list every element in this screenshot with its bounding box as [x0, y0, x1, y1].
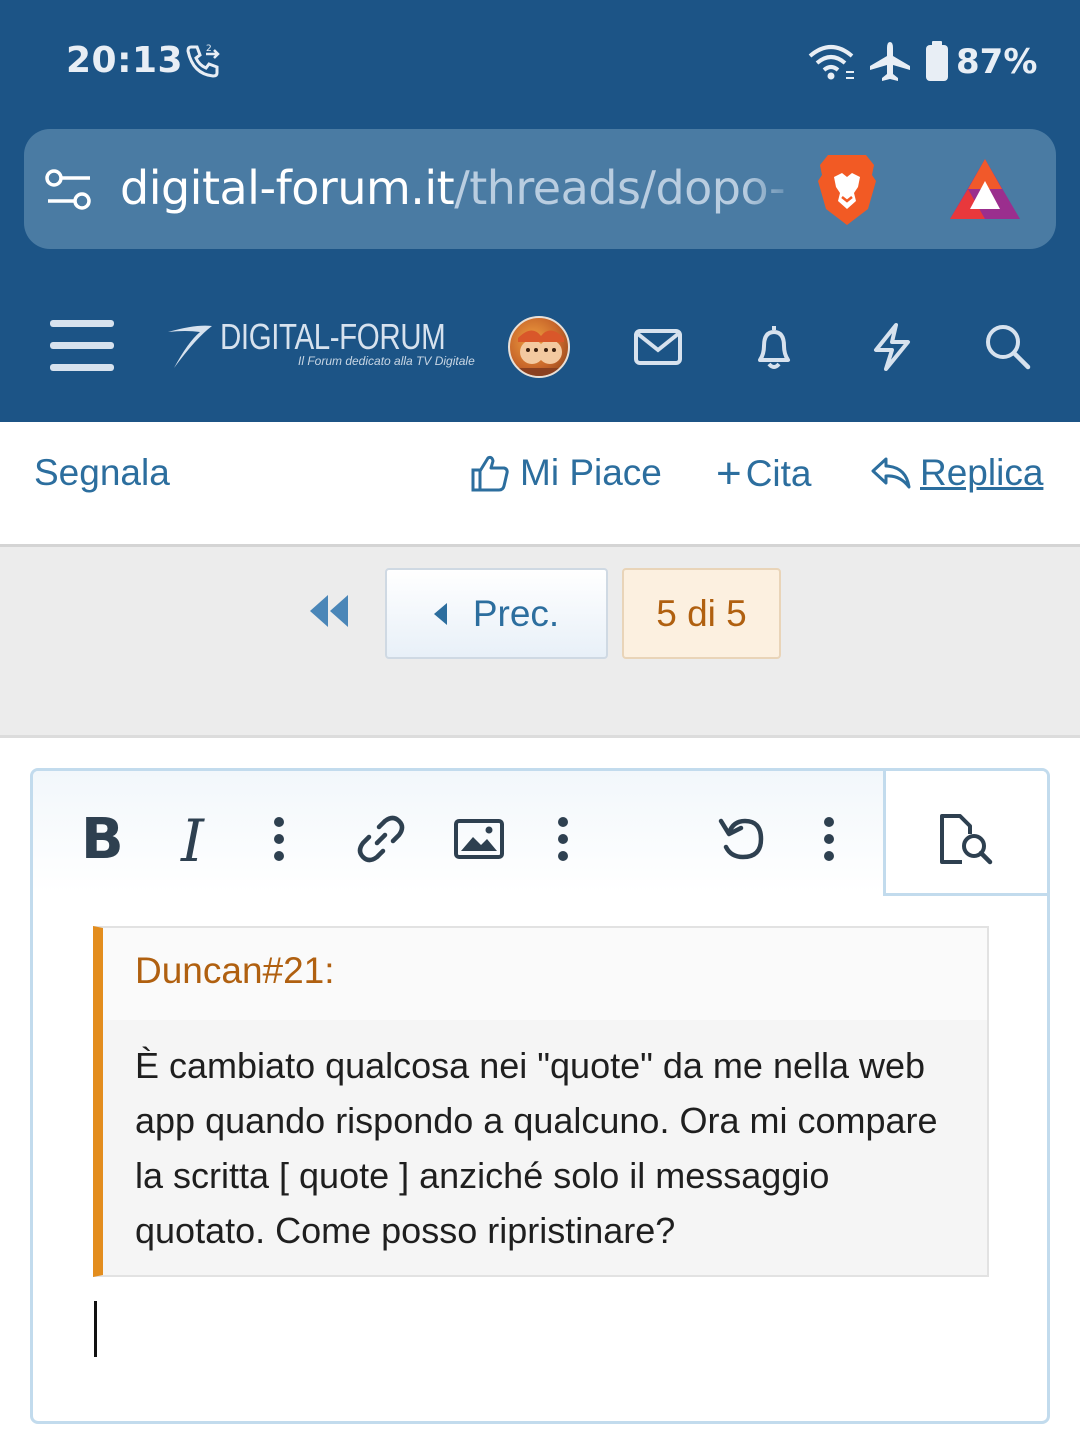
more-insert-options-icon[interactable] [557, 817, 569, 861]
avatar[interactable] [508, 316, 570, 378]
url-host: digital-forum.it [120, 161, 455, 215]
plus-icon: + [716, 449, 742, 498]
bell-icon[interactable] [748, 322, 800, 372]
report-link[interactable]: Segnala [34, 452, 170, 494]
like-label: Mi Piace [520, 452, 662, 493]
caret-left-icon [433, 602, 447, 625]
first-page-icon[interactable] [306, 591, 354, 631]
quote-author[interactable]: Duncan#21: [135, 950, 335, 992]
italic-button[interactable]: I [181, 807, 204, 875]
quote-header: Duncan#21: [103, 928, 987, 1020]
more-text-options-icon[interactable] [273, 817, 285, 861]
link-icon[interactable] [355, 813, 407, 865]
brave-lion-icon[interactable] [814, 151, 880, 229]
site-logo[interactable]: DIGITAL-FORUM Il Forum dedicato alla TV … [166, 316, 475, 374]
post-actions: Segnala Mi Piace + Cita Replica [0, 422, 1080, 544]
tune-icon[interactable] [44, 167, 94, 213]
logo-title: DIGITAL-FORUM [220, 316, 446, 357]
text-cursor [94, 1301, 97, 1357]
battery-icon [926, 41, 948, 81]
logo-swoosh-icon [168, 325, 212, 368]
top-chrome: 20:13 2 87% digital-forum.it/threads/dop… [0, 0, 1080, 422]
url-path: /threads/dopo-la [454, 161, 788, 215]
pagination: Prec. 5 di 5 [0, 544, 1080, 738]
url-fade [744, 149, 804, 229]
avatar-image [510, 330, 568, 376]
image-icon[interactable] [453, 817, 505, 861]
quote-button[interactable]: + Cita [716, 452, 812, 496]
reply-editor: B I Duncan#21: È cambiato qualcosa nei "… [30, 768, 1050, 1424]
more-options-icon[interactable] [823, 817, 835, 861]
call-icon: 2 [186, 44, 220, 78]
logo-subtitle: Il Forum dedicato alla TV Digitale [298, 354, 475, 368]
page-count[interactable]: 5 di 5 [622, 568, 781, 659]
wifi-icon [808, 45, 854, 80]
svg-text:2: 2 [206, 44, 212, 54]
quote-text: È cambiato qualcosa nei "quote" da me ne… [135, 1045, 938, 1251]
menu-icon[interactable] [50, 318, 114, 374]
mail-icon[interactable] [632, 322, 684, 372]
bolt-icon[interactable] [866, 322, 918, 372]
bat-triangle-icon[interactable] [948, 157, 1022, 221]
url-text[interactable]: digital-forum.it/threads/dopo-la [120, 161, 788, 215]
preview-document-icon [940, 814, 993, 865]
address-bar[interactable]: digital-forum.it/threads/dopo-la [24, 129, 1056, 249]
quote-label: Cita [745, 453, 812, 494]
search-icon[interactable] [982, 322, 1034, 372]
reply-label: Replica [920, 452, 1044, 493]
site-navbar: DIGITAL-FORUM Il Forum dedicato alla TV … [0, 290, 1080, 400]
quoted-message[interactable]: Duncan#21: È cambiato qualcosa nei "quot… [93, 926, 989, 1277]
like-button[interactable]: Mi Piace [470, 452, 662, 494]
thumbs-up-icon [471, 455, 509, 492]
bold-button[interactable]: B [81, 807, 124, 872]
preview-toggle[interactable] [883, 771, 1047, 896]
reply-icon [871, 457, 911, 489]
status-bar: 20:13 2 87% [0, 36, 1080, 86]
status-time: 20:13 [66, 40, 184, 81]
prev-page-button[interactable]: Prec. [385, 568, 608, 659]
reply-button[interactable]: Replica [870, 452, 1043, 494]
airplane-icon [870, 42, 910, 81]
undo-icon[interactable] [717, 813, 769, 865]
prev-page-label: Prec. [472, 592, 560, 634]
battery-percent: 87% [956, 42, 1038, 82]
